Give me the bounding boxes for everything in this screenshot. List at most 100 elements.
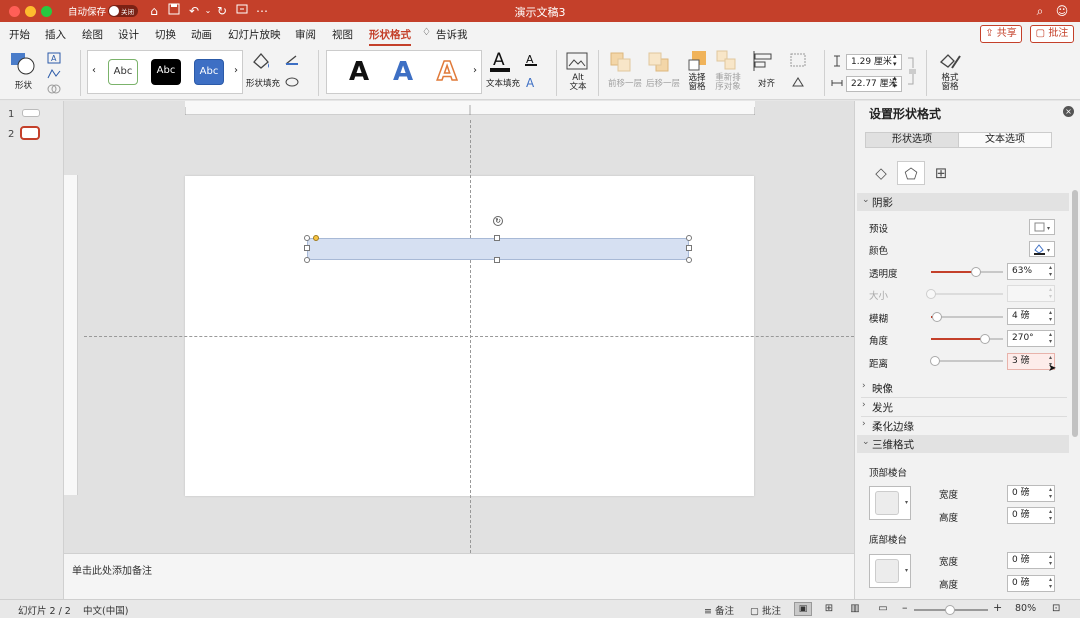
edit-shape-icon[interactable] [47, 68, 61, 83]
wordart-sample-orange[interactable]: A [436, 56, 458, 88]
stepper-arrows[interactable]: ▴ ▾ [1049, 309, 1052, 323]
language-indicator[interactable]: 中文(中国) [83, 603, 128, 617]
section-shadow[interactable]: ⌄ 阴影 [857, 193, 1069, 211]
shapes-icon[interactable] [10, 52, 36, 79]
transparency-slider[interactable] [931, 267, 1003, 277]
text-box-icon[interactable]: A [47, 52, 61, 67]
rotate-handle-icon[interactable]: ↻ [493, 216, 503, 226]
reading-view-icon[interactable]: ▥ [846, 602, 864, 616]
group-icon[interactable] [790, 53, 806, 70]
blur-slider[interactable] [931, 312, 1003, 322]
slider-knob[interactable] [944, 605, 955, 615]
zoom-slider[interactable] [914, 605, 988, 615]
distance-slider[interactable] [930, 356, 1003, 366]
tab-animations[interactable]: 动画 [191, 27, 212, 42]
stepper-arrows[interactable]: ▴ ▾ [1049, 331, 1052, 345]
reorder-objects-icon[interactable] [716, 50, 738, 75]
shape-outline-icon[interactable] [284, 54, 300, 69]
slideshow-icon[interactable]: ▭ [874, 602, 892, 616]
merge-shapes-icon[interactable] [47, 83, 61, 98]
shadow-preset-picker[interactable]: ▾ [1029, 219, 1055, 235]
top-bevel-height-input[interactable]: 0 磅 ▴ ▾ [1007, 507, 1055, 524]
bottom-bevel-height-input[interactable]: 0 磅 ▴ ▾ [1007, 575, 1055, 592]
height-stepper[interactable]: ▴ ▾ [893, 52, 897, 68]
wordart-sample-black[interactable]: A [349, 57, 369, 87]
slider-knob[interactable] [980, 334, 990, 344]
tab-home[interactable]: 开始 [9, 27, 30, 42]
tab-insert[interactable]: 插入 [45, 27, 66, 42]
resize-handle[interactable] [304, 235, 310, 241]
section-soft-edges[interactable]: › 柔化边缘 [857, 417, 1069, 435]
shape-fill-icon[interactable] [250, 50, 272, 75]
notes-placeholder[interactable]: 单击此处添加备注 [72, 562, 152, 577]
bring-forward-icon[interactable] [610, 52, 632, 75]
shape-style-sample[interactable]: Abc [108, 59, 138, 85]
resize-handle[interactable] [304, 257, 310, 263]
zoom-level[interactable]: 80% [1015, 603, 1036, 614]
share-button[interactable]: ⇪ 共享 [980, 25, 1022, 43]
tab-design[interactable]: 设计 [118, 27, 139, 42]
wordart-sample-blue[interactable]: A [393, 57, 413, 87]
top-bevel-width-input[interactable]: 0 磅 ▴ ▾ [1007, 485, 1055, 502]
gallery-next-icon[interactable]: › [473, 65, 477, 76]
resize-handle[interactable] [686, 235, 692, 241]
tab-slideshow[interactable]: 幻灯片放映 [228, 27, 281, 42]
tab-view[interactable]: 视图 [332, 27, 353, 42]
slider-knob[interactable] [931, 312, 942, 322]
selection-pane-icon[interactable] [688, 50, 710, 75]
stepper-arrows[interactable]: ▴ ▾ [1049, 508, 1052, 522]
adjust-handle[interactable] [313, 235, 319, 241]
zoom-in-icon[interactable]: + [993, 601, 1002, 614]
zoom-out-icon[interactable]: – [902, 601, 908, 614]
comments-toggle[interactable]: ▢ 批注 [750, 603, 781, 617]
notes-toggle[interactable]: ≡ 备注 [704, 603, 734, 617]
width-stepper[interactable]: ▴ ▾ [893, 74, 897, 90]
format-pane-icon[interactable] [938, 50, 962, 75]
alt-text-icon[interactable] [566, 52, 588, 75]
shape-style-sample[interactable]: Abc [194, 59, 224, 85]
tab-review[interactable]: 审阅 [295, 27, 316, 42]
top-bevel-picker[interactable]: ▾ [869, 486, 911, 520]
resize-handle[interactable] [686, 257, 692, 263]
close-icon[interactable]: × [1063, 106, 1074, 117]
notes-pane[interactable]: 单击此处添加备注 [64, 553, 854, 599]
stepper-arrows[interactable]: ▴ ▾ [1049, 264, 1052, 278]
stepper-arrows[interactable]: ▴ ▾ [1049, 576, 1052, 590]
resize-handle[interactable] [686, 245, 692, 251]
stepper-arrows[interactable]: ▴ ▾ [1049, 553, 1052, 567]
slide-thumbnail[interactable] [22, 109, 40, 117]
send-backward-icon[interactable] [648, 52, 670, 75]
resize-handle[interactable] [494, 257, 500, 263]
fit-to-window-icon[interactable]: ⊡ [1052, 603, 1060, 614]
shape-effects-icon[interactable] [284, 76, 300, 91]
gallery-next-icon[interactable]: › [234, 65, 238, 76]
angle-slider[interactable] [931, 334, 1003, 344]
text-outline-icon[interactable]: A [524, 53, 538, 70]
fill-line-icon[interactable]: ◇ [867, 161, 895, 185]
tab-shape-options[interactable]: 形状选项 [865, 132, 959, 148]
tab-tell-me[interactable]: 告诉我 [436, 27, 468, 42]
angle-input[interactable]: 270° ▴ ▾ [1007, 330, 1055, 347]
slider-knob[interactable] [971, 267, 982, 277]
effects-pentagon-icon[interactable]: ⬠ [897, 161, 925, 185]
resize-handle[interactable] [494, 235, 500, 241]
normal-view-icon[interactable]: ▣ [794, 602, 812, 616]
bottom-bevel-width-input[interactable]: 0 磅 ▴ ▾ [1007, 552, 1055, 569]
tab-transitions[interactable]: 切换 [155, 27, 176, 42]
lock-aspect-icon[interactable] [907, 56, 917, 89]
section-reflection[interactable]: › 映像 [857, 379, 1069, 397]
align-icon[interactable] [752, 50, 774, 75]
shadow-color-picker[interactable]: ▾ [1029, 241, 1055, 257]
tab-text-options[interactable]: 文本选项 [958, 132, 1052, 148]
slider-knob[interactable] [930, 356, 941, 366]
stepper-arrows[interactable]: ▴ ▾ [1049, 486, 1052, 500]
section-3d-format[interactable]: ⌄ 三维格式 [857, 435, 1069, 453]
comments-button[interactable]: ▢ 批注 [1030, 25, 1074, 43]
slide-thumbnail-selected[interactable] [20, 126, 40, 140]
text-fill-icon[interactable]: A [488, 48, 512, 77]
size-properties-icon[interactable]: ⊞ [927, 161, 955, 185]
resize-handle[interactable] [304, 245, 310, 251]
rotate-icon[interactable] [790, 75, 806, 92]
blur-input[interactable]: 4 磅 ▴ ▾ [1007, 308, 1055, 325]
gallery-prev-icon[interactable]: ‹ [92, 65, 96, 76]
